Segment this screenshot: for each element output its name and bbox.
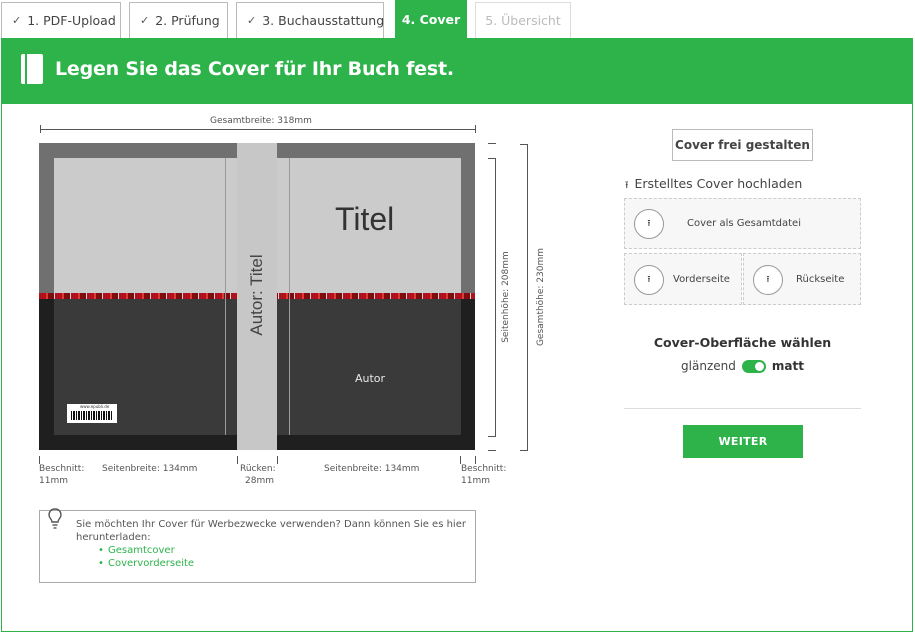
bleed-right-label: Beschnitt: — [461, 464, 507, 474]
upload-back-label: Rückseite — [796, 274, 845, 285]
surface-option-glossy[interactable]: glänzend — [681, 359, 736, 373]
dim-tick — [488, 450, 496, 451]
download-links: Gesamtcover Covervorderseite — [98, 544, 471, 570]
dim-tick — [277, 456, 278, 464]
surface-title: Cover-Oberfläche wählen — [653, 335, 832, 350]
check-icon: ✓ — [140, 14, 150, 27]
design-cover-button[interactable]: Cover frei gestalten — [672, 129, 813, 161]
upload-icon: ⭱ — [625, 180, 629, 191]
next-button[interactable]: WEITER — [683, 425, 803, 458]
total-width-line — [40, 129, 475, 130]
surface-toggle[interactable] — [741, 359, 766, 373]
tab-label: 1. PDF-Upload — [27, 13, 116, 28]
upload-front-label: Vorderseite — [673, 274, 730, 285]
dim-tick — [39, 456, 40, 464]
toggle-knob — [754, 361, 764, 371]
total-height-line — [527, 144, 528, 450]
upload-icon: ⭱ — [634, 265, 664, 295]
upload-full-label: Cover als Gesamtdatei — [687, 218, 801, 229]
bleed-left-label: Beschnitt: — [39, 464, 85, 474]
bleed-right-value: 11mm — [461, 476, 490, 486]
page-width-right-label: Seitenbreite: 134mm — [324, 464, 420, 474]
info-text-block: Sie möchten Ihr Cover für Werbezwecke ve… — [76, 518, 471, 570]
tab-pdf-upload[interactable]: ✓ 1. PDF-Upload — [1, 2, 121, 38]
page-banner: Legen Sie das Cover für Ihr Buch fest. — [1, 38, 913, 104]
page-title: Legen Sie das Cover für Ihr Buch fest. — [55, 58, 454, 80]
page-height-line — [495, 158, 496, 436]
upload-full-dropzone[interactable]: ⭱ Cover als Gesamtdatei — [624, 198, 861, 249]
surface-toggle-row: glänzend matt — [624, 359, 861, 373]
bleed-left-value: 11mm — [39, 476, 68, 486]
check-icon: ✓ — [12, 14, 22, 27]
dim-tick — [488, 436, 496, 437]
surface-option-matte[interactable]: matt — [772, 359, 804, 373]
book-icon — [21, 54, 43, 84]
spine-value: 28mm — [245, 476, 274, 486]
page-height-label: Seitenhöhe: 208mm — [501, 251, 511, 343]
barcode: www.epubli.de — [67, 404, 117, 423]
link-covervorderseite[interactable]: Covervorderseite — [98, 557, 471, 570]
dim-tick — [237, 456, 238, 464]
spine-label: Rücken: — [240, 464, 276, 474]
total-width-label: Gesamtbreite: 318mm — [210, 116, 312, 126]
upload-heading: ⭱ Erstelltes Cover hochladen — [625, 176, 802, 195]
lightbulb-icon — [48, 508, 62, 529]
check-icon: ✓ — [247, 14, 257, 27]
cover-preview: Titel Autor Autor: Titel www.epubli.de — [39, 143, 475, 450]
step-tabs: ✓ 1. PDF-Upload ✓ 2. Prüfung ✓ 3. Buchausst… — [0, 0, 915, 38]
fold-line — [289, 158, 290, 435]
tab-uebersicht: 5. Übersicht — [475, 2, 571, 38]
cover-title: Titel — [335, 201, 395, 237]
tab-label: 3. Buchausstattung — [262, 13, 385, 28]
tab-label: 2. Prüfung — [155, 13, 220, 28]
page-width-left-label: Seitenbreite: 134mm — [102, 464, 198, 474]
upload-icon: ⭱ — [753, 265, 783, 295]
cover-author: Autor — [355, 372, 386, 385]
dim-tick — [460, 456, 461, 464]
spine-text: Autor: Titel — [247, 254, 266, 336]
total-height-label: Gesamthöhe: 230mm — [536, 247, 546, 347]
dim-tick — [488, 143, 496, 144]
info-text: Sie möchten Ihr Cover für Werbezwecke ve… — [76, 519, 466, 543]
fold-line — [225, 158, 226, 435]
dim-tick — [475, 456, 476, 464]
upload-icon: ⭱ — [634, 209, 664, 239]
dim-tick — [520, 450, 528, 451]
divider — [624, 408, 861, 409]
tab-label: 5. Übersicht — [485, 13, 561, 28]
link-gesamtcover[interactable]: Gesamtcover — [98, 544, 471, 557]
barcode-bars — [71, 411, 113, 420]
upload-heading-label: Erstelltes Cover hochladen — [634, 176, 803, 191]
tab-cover[interactable]: 4. Cover — [395, 0, 467, 38]
dim-tick — [475, 125, 476, 133]
tab-buchausstattung[interactable]: ✓ 3. Buchausstattung — [236, 2, 384, 38]
upload-front-dropzone[interactable]: ⭱ Vorderseite — [624, 253, 742, 305]
upload-back-dropzone[interactable]: ⭱ Rückseite — [743, 253, 861, 305]
info-box: Sie möchten Ihr Cover für Werbezwecke ve… — [39, 508, 476, 583]
tab-label: 4. Cover — [401, 12, 461, 27]
dim-tick — [40, 125, 41, 133]
tab-pruefung[interactable]: ✓ 2. Prüfung — [129, 2, 228, 38]
barcode-text: www.epubli.de — [80, 404, 110, 409]
